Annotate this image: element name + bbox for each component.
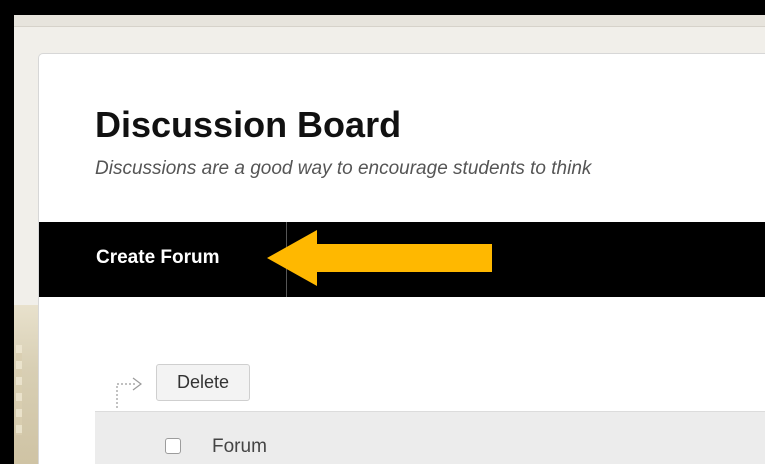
background-decoration: [14, 305, 38, 464]
content-panel: Discussion Board Discussions are a good …: [38, 53, 765, 464]
callout-arrow-icon: [267, 230, 492, 286]
page-title: Discussion Board: [95, 104, 402, 145]
page-description: Discussions are a good way to encourage …: [95, 158, 592, 179]
table-header: Forum: [95, 411, 765, 464]
delete-button[interactable]: Delete: [156, 364, 250, 401]
bulk-select-arrow-icon: [116, 377, 142, 408]
browser-frame: Discussion Board Discussions are a good …: [14, 15, 765, 464]
select-all-checkbox[interactable]: [165, 438, 181, 454]
forum-column-header[interactable]: Forum: [212, 436, 267, 458]
top-strip: [14, 15, 765, 27]
create-forum-button[interactable]: Create Forum: [96, 247, 220, 269]
